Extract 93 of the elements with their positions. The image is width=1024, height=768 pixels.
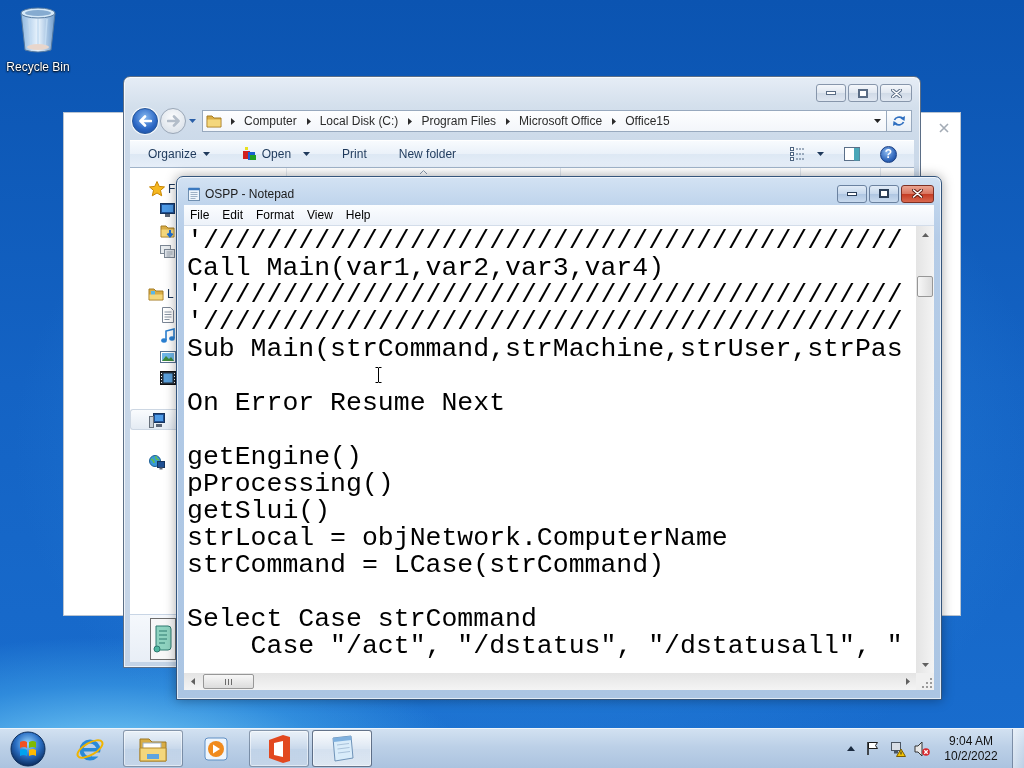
- caret-left-icon: [190, 678, 195, 685]
- chevron-right-icon[interactable]: [408, 117, 413, 125]
- chevron-right-icon[interactable]: [231, 117, 235, 125]
- nav-item[interactable]: F: [130, 178, 176, 199]
- address-bar[interactable]: Computer Local Disk (C:) Program Files Microsoft Office Office15: [202, 110, 887, 132]
- forward-arrow-icon: [166, 115, 180, 127]
- caret-right-icon: [905, 678, 910, 685]
- caret-down-icon: [817, 152, 824, 156]
- horizontal-scrollbar[interactable]: [184, 673, 916, 690]
- vertical-scrollbar[interactable]: [916, 226, 934, 673]
- minimize-icon: [826, 91, 836, 95]
- chevron-right-icon[interactable]: [306, 117, 311, 125]
- trash-bin-icon: [18, 6, 58, 54]
- toolbar-button[interactable]: New folder: [387, 143, 468, 165]
- menu-item[interactable]: File: [184, 208, 216, 222]
- music-note-icon: [160, 327, 176, 344]
- library-folder-icon: [148, 285, 164, 302]
- speaker-muted-icon[interactable]: [914, 740, 930, 757]
- monitor-icon: [160, 201, 176, 218]
- maximize-button[interactable]: [869, 184, 899, 203]
- scroll-file-icon: [150, 617, 176, 660]
- breadcrumb[interactable]: Local Disk (C:): [319, 114, 399, 128]
- caret-down-icon: [921, 662, 929, 667]
- toolbar-button[interactable]: Print: [331, 143, 378, 165]
- minimize-icon: [847, 191, 857, 196]
- close-icon: [912, 189, 923, 198]
- code-text: Select Case strCommand Case "/act", "/dstatus", "/dstatusall", ": [187, 606, 903, 660]
- list-view-icon: [790, 147, 804, 161]
- minimize-button[interactable]: [837, 184, 867, 203]
- flag-icon[interactable]: [866, 741, 880, 756]
- app-icon: [241, 147, 258, 161]
- recent-places-icon: [160, 243, 176, 260]
- menu-item[interactable]: Format: [250, 208, 301, 222]
- close-icon: [890, 88, 902, 98]
- window-title: OSPP - Notepad: [205, 186, 295, 201]
- menu-item[interactable]: View: [301, 208, 339, 222]
- scroll-thumb[interactable]: [203, 674, 254, 689]
- code-text: On Error Resume Next: [187, 390, 506, 417]
- clock-date[interactable]: 10/2/2022: [944, 748, 998, 764]
- computer-icon: [149, 411, 165, 428]
- chevron-right-icon[interactable]: [506, 117, 511, 125]
- picture-icon: [160, 348, 176, 365]
- breadcrumb[interactable]: Computer: [244, 114, 297, 128]
- film-icon: [160, 369, 176, 386]
- network-icon: [149, 453, 165, 470]
- caret-down-icon: [873, 119, 881, 123]
- folder-icon: [206, 114, 222, 128]
- toolbar-button[interactable]: Organize: [137, 143, 221, 165]
- show-desktop-button[interactable]: [1012, 729, 1024, 768]
- minimize-button[interactable]: [816, 84, 846, 102]
- caret-down-icon: [188, 119, 196, 123]
- caret-down-icon: [202, 152, 210, 156]
- preview-pane-icon: [844, 147, 860, 161]
- size-grip-icon[interactable]: [920, 676, 932, 688]
- close-button[interactable]: [880, 84, 912, 102]
- scroll-thumb[interactable]: [917, 276, 933, 297]
- caret-up-icon: [921, 232, 929, 237]
- notepad-icon: [188, 186, 200, 201]
- code-text: '//////////////////////////////////////////// Call Main(var1,var2,var3,var4) '//////////////////////////////////////////// '//////////////////////////////////////////// Sub Main(strCommand,strMachine,strUser,strPas: [187, 228, 903, 363]
- menu-item[interactable]: Edit: [216, 208, 250, 222]
- text-cursor-icon: [375, 367, 382, 383]
- start-orb-icon: [10, 730, 46, 767]
- taskbar-button[interactable]: [249, 730, 309, 767]
- breadcrumb[interactable]: Microsoft Office: [519, 114, 603, 128]
- media-player-icon: [202, 734, 230, 763]
- caret-up-icon[interactable]: [847, 746, 855, 751]
- nav-item[interactable]: [130, 409, 176, 430]
- refresh-button[interactable]: [887, 110, 912, 132]
- breadcrumb[interactable]: Office15: [625, 114, 670, 128]
- sort-caret-icon: [420, 170, 427, 175]
- grip-icon: [225, 678, 232, 685]
- close-button[interactable]: [901, 184, 934, 203]
- nav-item[interactable]: L: [130, 283, 176, 304]
- back-button[interactable]: [132, 108, 158, 134]
- back-arrow-icon: [138, 115, 152, 127]
- caret-down-icon: [303, 152, 311, 156]
- document-icon: [160, 306, 176, 323]
- star-icon: [149, 180, 165, 197]
- maximize-icon: [858, 88, 868, 98]
- network-warning-icon[interactable]: [890, 740, 906, 757]
- desktop-shortcut[interactable]: Recycle Bin: [4, 6, 72, 74]
- download-folder-icon: [160, 222, 176, 239]
- clock-time[interactable]: 9:04 AM: [949, 733, 993, 749]
- code-text: getEngine() pProcessing() getSlui() strLocal = objNetwork.ComputerName strCommand = LCase(strCommand): [187, 444, 728, 579]
- taskbar-button[interactable]: [312, 730, 372, 767]
- maximize-button[interactable]: [848, 84, 878, 102]
- taskbar-button[interactable]: [123, 730, 183, 767]
- refresh-icon: [892, 115, 906, 127]
- breadcrumb[interactable]: Program Files: [421, 114, 497, 128]
- toolbar-button[interactable]: Open: [230, 143, 322, 165]
- menu-item[interactable]: Help: [339, 208, 377, 222]
- chevron-right-icon[interactable]: [612, 117, 617, 125]
- maximize-icon: [879, 189, 889, 198]
